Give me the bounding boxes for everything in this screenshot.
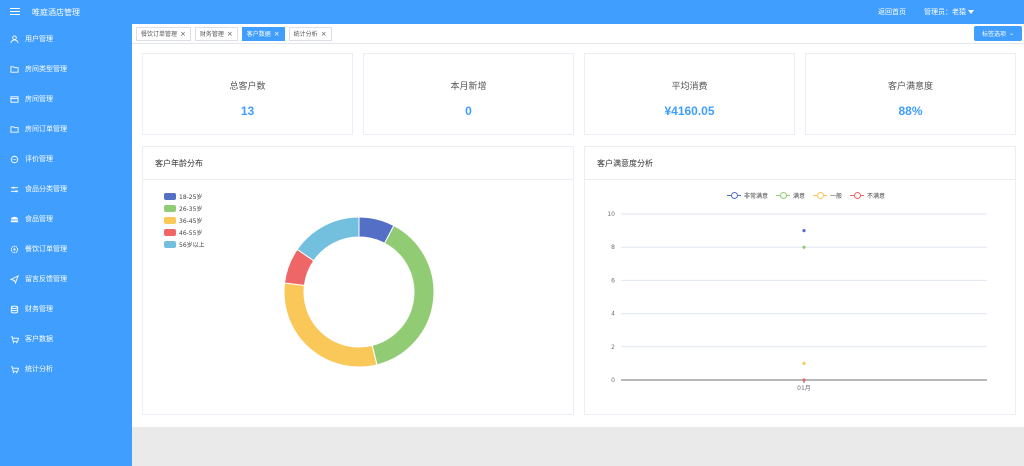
satisfaction-panel: 客户满意度分析 非常满意 满意 一般 不满意 0 2 4 6 8 10 01月 — [584, 146, 1016, 415]
stat-value: 13 — [240, 104, 255, 118]
y-tick-label: 4 — [611, 311, 615, 318]
stat-value: ¥4160.05 — [664, 104, 715, 118]
age-distribution-panel: 客户年龄分布 18-25岁 26-35岁 36-45岁 46-55岁 56岁以上 — [142, 146, 574, 415]
stat-label: 总客户数 — [229, 82, 266, 92]
side-menu: 用户管理房间类型管理 房间管理房间订单管理 评价管理食品分类管理 食品管理餐饮订单管理… — [0, 24, 132, 384]
cart-icon — [10, 335, 19, 344]
tags-list: 餐饮订单管理 × 财务管理 × 客户数据 × 统计分析 × — [136, 26, 336, 41]
stat-label: 客户满意度 — [887, 82, 933, 92]
food-icon — [10, 215, 19, 224]
sidebar-item-label: 食品分类管理 — [25, 185, 67, 193]
menu-toggle-icon[interactable] — [10, 8, 20, 16]
sidebar: 唯庭酒店管理 用户管理房间类型管理 房间管理房间订单管理 评价管理食品分类管理 食品管… — [0, 0, 132, 466]
x-tick-label: 01月 — [797, 385, 811, 392]
sliders-icon — [10, 185, 19, 194]
tab-tag-label: 统计分析 — [293, 31, 318, 38]
stat-card-average-spend: 平均消费 ¥4160.05 — [584, 53, 795, 135]
footer-area — [132, 427, 1024, 466]
sidebar-item[interactable]: 食品分类管理 — [0, 174, 132, 204]
sidebar-item-label: 财务管理 — [25, 305, 53, 313]
panel-title: 客户满意度分析 — [585, 147, 1015, 180]
data-point[interactable] — [802, 361, 806, 365]
sidebar-item[interactable]: 留言反馈管理 — [0, 264, 132, 294]
caret-down-icon — [968, 10, 974, 14]
tab-tag[interactable]: 财务管理 × — [194, 26, 238, 41]
y-tick-label: 8 — [611, 244, 615, 251]
sidebar-item-label: 客户数据 — [25, 335, 53, 343]
gear-icon — [10, 245, 19, 254]
sidebar-item-label: 用户管理 — [25, 35, 53, 43]
sidebar-item[interactable]: 房间类型管理 — [0, 54, 132, 84]
tab-tag-label: 客户数据 — [246, 31, 271, 38]
sidebar-item[interactable]: 房间管理 — [0, 84, 132, 114]
sidebar-item[interactable]: 餐饮订单管理 — [0, 234, 132, 264]
sidebar-item[interactable]: 用户管理 — [0, 24, 132, 54]
close-icon[interactable]: × — [180, 30, 186, 38]
folder-icon — [10, 65, 19, 74]
close-icon[interactable]: × — [274, 30, 280, 38]
topbar: 返回首页 管理员：老猿 — [132, 0, 1024, 24]
user-icon — [10, 34, 19, 44]
chevron-down-icon: ⌄ — [1008, 30, 1014, 37]
close-icon[interactable]: × — [227, 30, 233, 38]
sidebar-item-label: 统计分析 — [25, 365, 53, 373]
stat-card-satisfaction: 客户满意度 88% — [805, 53, 1016, 135]
cart-icon — [10, 365, 19, 374]
chat-icon — [10, 155, 19, 164]
y-tick-label: 2 — [611, 344, 615, 351]
satisfaction-chart: 0 2 4 6 8 10 01月 — [607, 211, 987, 392]
data-point[interactable] — [802, 229, 806, 233]
sidebar-item[interactable]: 统计分析 — [0, 354, 132, 384]
data-point[interactable] — [802, 378, 806, 382]
tab-tag-label: 财务管理 — [199, 31, 224, 38]
send-icon — [10, 274, 19, 284]
stat-value: 0 — [465, 104, 472, 118]
sidebar-item-label: 房间类型管理 — [25, 65, 67, 73]
stat-card-total-customers: 总客户数 13 — [142, 53, 353, 135]
tab-tag-label: 餐饮订单管理 — [141, 31, 178, 38]
database-icon — [10, 305, 19, 314]
tab-tag[interactable]: 统计分析 × — [288, 26, 332, 41]
data-point[interactable] — [802, 245, 806, 249]
y-tick-label: 10 — [607, 211, 615, 218]
folder-icon — [10, 125, 19, 134]
card-icon — [10, 95, 19, 104]
sidebar-item-label: 餐饮订单管理 — [25, 245, 67, 253]
tab-tag[interactable]: 客户数据 × — [241, 26, 285, 41]
admin-dropdown[interactable]: 管理员：老猿 — [924, 7, 974, 17]
main-content: 总客户数 13 本月新增 0 平均消费 ¥4160.05 客户满意度 88% 客… — [132, 44, 1024, 427]
sidebar-item[interactable]: 房间订单管理 — [0, 114, 132, 144]
close-icon[interactable]: × — [321, 30, 327, 38]
pie-slice[interactable] — [283, 282, 378, 368]
tab-tag[interactable]: 餐饮订单管理 × — [136, 26, 191, 41]
stat-label: 本月新增 — [450, 82, 487, 92]
tag-options-label: 标签选项 — [981, 31, 1006, 38]
sidebar-item[interactable]: 客户数据 — [0, 324, 132, 354]
panel-title: 客户年龄分布 — [143, 147, 573, 180]
stat-value: 88% — [898, 104, 923, 118]
sidebar-item-label: 房间管理 — [25, 95, 53, 103]
app-title: 唯庭酒店管理 — [32, 7, 80, 17]
admin-label: 管理员：老猿 — [924, 8, 966, 16]
sidebar-item[interactable]: 评价管理 — [0, 144, 132, 174]
sidebar-item[interactable]: 食品管理 — [0, 204, 132, 234]
stat-card-new-this-month: 本月新增 0 — [363, 53, 574, 135]
age-donut-chart — [283, 216, 435, 368]
home-link[interactable]: 返回首页 — [878, 7, 906, 17]
pie-slice[interactable] — [371, 224, 435, 366]
brand: 唯庭酒店管理 — [0, 0, 132, 24]
y-tick-label: 0 — [611, 377, 615, 384]
y-tick-label: 6 — [611, 277, 615, 284]
pie-slice[interactable] — [296, 216, 360, 262]
tag-options-button[interactable]: 标签选项 ⌄ — [973, 26, 1022, 41]
sidebar-item-label: 房间订单管理 — [25, 125, 67, 133]
sidebar-item-label: 留言反馈管理 — [25, 275, 67, 283]
tags-bar: 餐饮订单管理 × 财务管理 × 客户数据 × 统计分析 × 标签选项 ⌄ — [132, 24, 1024, 44]
stat-label: 平均消费 — [671, 82, 708, 92]
sidebar-item-label: 食品管理 — [25, 215, 53, 223]
sidebar-item[interactable]: 财务管理 — [0, 294, 132, 324]
sidebar-item-label: 评价管理 — [25, 155, 53, 163]
